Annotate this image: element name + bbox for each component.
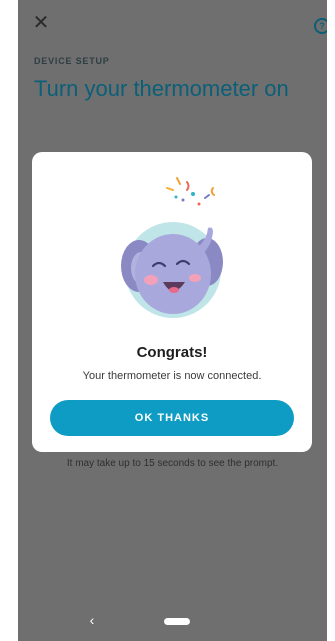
ok-thanks-button[interactable]: OK THANKS [50,400,294,436]
dialog-title: Congrats! [136,344,208,361]
device-screen: ✕ ? DEVICE SETUP Turn your thermometer o… [18,0,327,641]
section-overline: DEVICE SETUP [34,56,110,66]
close-icon[interactable]: ✕ [32,13,50,33]
success-dialog: Congrats! Your thermometer is now connec… [32,152,312,452]
help-icon[interactable]: ? [314,18,327,34]
home-pill-icon[interactable] [164,618,190,625]
back-chevron-icon[interactable]: ‹ [86,612,98,628]
elephant-celebration-icon [121,177,223,318]
screen-edge [327,0,335,641]
dialog-message: Your thermometer is now connected. [82,370,262,382]
page-title: Turn your thermometer on [34,76,289,101]
prompt-hint: It may take up to 15 seconds to see the … [66,458,279,469]
